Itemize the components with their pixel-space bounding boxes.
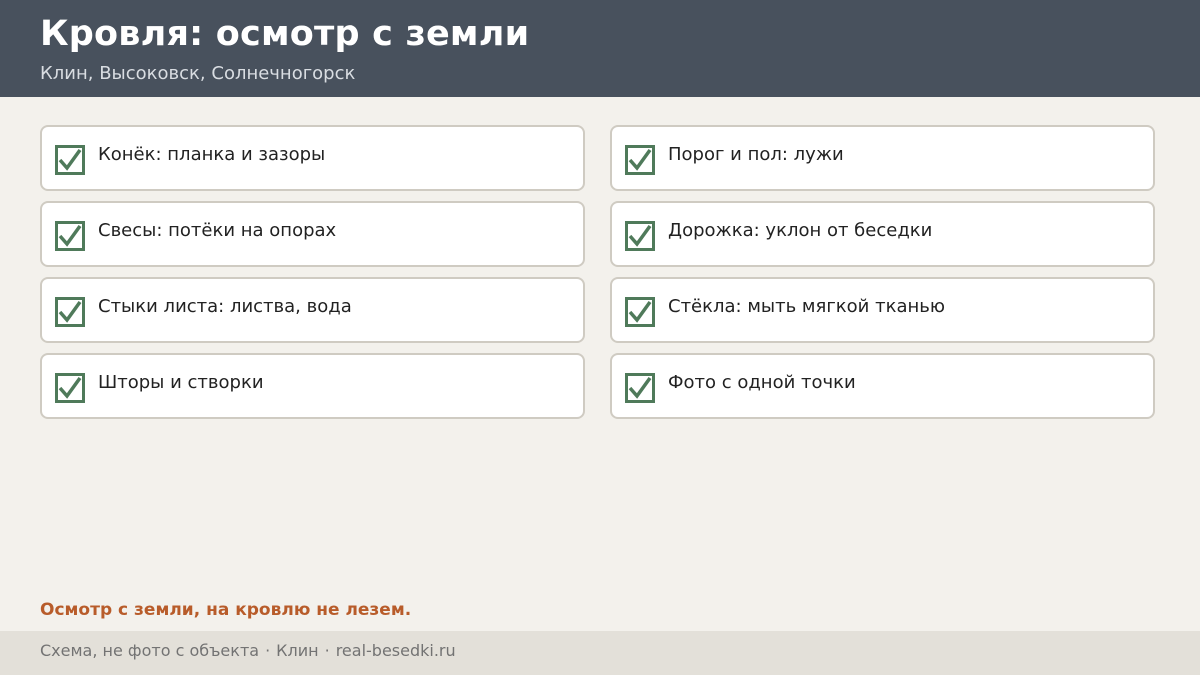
checklist-item: Конёк: планка и зазоры [40, 125, 585, 191]
checkbox-checked-icon [55, 297, 85, 327]
checkbox-checked-icon [625, 221, 655, 251]
footer: Схема, не фото с объекта · Клин · real-besed… [0, 631, 1200, 675]
checklist-item-label: Порог и пол: лужи [668, 144, 844, 165]
checkbox-checked-icon [625, 145, 655, 175]
checkbox-checked-icon [625, 297, 655, 327]
footer-separator: · [265, 641, 271, 660]
checklist-item-label: Стыки листа: листва, вода [98, 296, 352, 317]
checklist-grid: Конёк: планка и зазоры Порог и пол: лужи… [40, 125, 1155, 419]
checklist-item: Дорожка: уклон от беседки [610, 201, 1155, 267]
safety-note: Осмотр с земли, на кровлю не лезем. [40, 600, 412, 620]
page-title: Кровля: осмотр с земли [40, 14, 530, 54]
checklist-item: Порог и пол: лужи [610, 125, 1155, 191]
checkbox-checked-icon [55, 373, 85, 403]
footer-text: Схема, не фото с объекта · Клин · real-besed… [40, 641, 456, 660]
page-subtitle: Клин, Высоковск, Солнечногорск [40, 63, 356, 84]
checkbox-checked-icon [55, 145, 85, 175]
checklist-item-label: Дорожка: уклон от беседки [668, 220, 933, 241]
checklist-item: Стыки листа: листва, вода [40, 277, 585, 343]
checklist-item: Фото с одной точки [610, 353, 1155, 419]
footer-separator: · [324, 641, 330, 660]
checkbox-checked-icon [625, 373, 655, 403]
checklist-item-label: Фото с одной точки [668, 372, 856, 393]
header: Кровля: осмотр с земли Клин, Высоковск, … [0, 0, 1200, 97]
checklist-item-label: Стёкла: мыть мягкой тканью [668, 296, 946, 317]
checklist-item: Стёкла: мыть мягкой тканью [610, 277, 1155, 343]
checklist-item-label: Конёк: планка и зазоры [98, 144, 326, 165]
footer-site-link[interactable]: real-besedki.ru [336, 641, 456, 660]
checklist-item: Шторы и створки [40, 353, 585, 419]
checklist-item-label: Шторы и створки [98, 372, 264, 393]
checkbox-checked-icon [55, 221, 85, 251]
footer-caption: Схема, не фото с объекта [40, 641, 260, 660]
checklist-item: Свесы: потёки на опорах [40, 201, 585, 267]
footer-city: Клин [276, 641, 319, 660]
checklist-item-label: Свесы: потёки на опорах [98, 220, 337, 241]
